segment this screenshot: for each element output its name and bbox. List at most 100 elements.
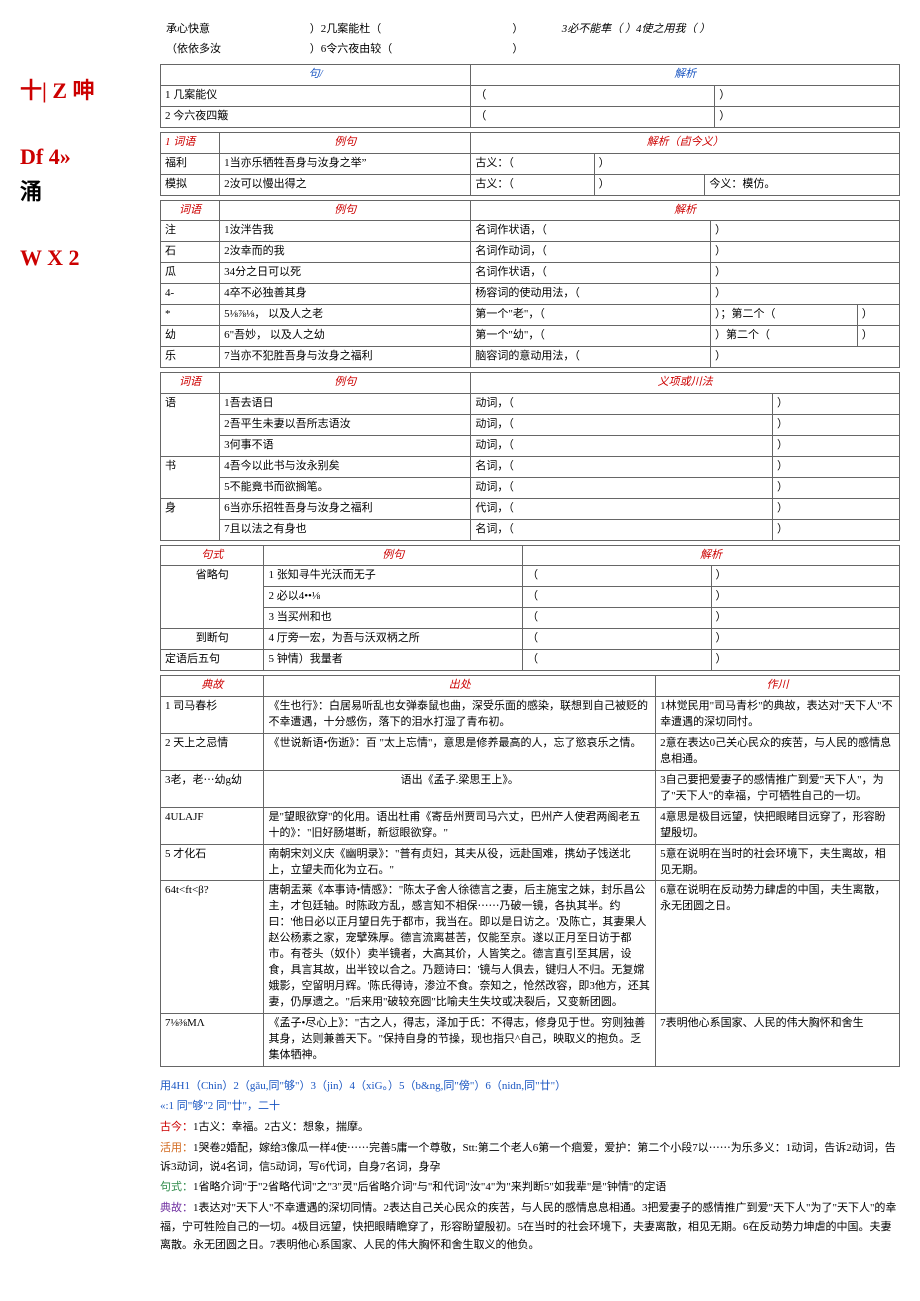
t5-r5c1: 定语后五句	[161, 650, 264, 671]
side-label-1: 十| Z 呻	[20, 78, 140, 104]
t4-r4c4: ）	[772, 456, 899, 477]
t4-r7c4: ）	[772, 519, 899, 540]
t4-r5c3: 动词，（	[471, 477, 773, 498]
t5-r4c1: 到断句	[161, 629, 264, 650]
top-t4: 3必不能隼（ ）4使之用我（ ）	[556, 20, 900, 40]
answers-block: 用4H1（Chin）2（gǎu,同"够"）3（jin）4（xiG。）5（b&ng…	[160, 1077, 900, 1255]
t3-r2c1: 石	[161, 242, 220, 263]
t3-r5c5: ）	[857, 305, 899, 326]
t2-r2c5: 今义：模仿。	[705, 174, 900, 195]
t3-r4c4: ）	[711, 284, 900, 305]
t4-r1c3: 动词，（	[471, 393, 773, 414]
t5-r1c4: ）	[711, 566, 899, 587]
ans-a4label: 活用：	[160, 1142, 193, 1154]
t6-r5c1: 5 才化石	[161, 844, 264, 881]
side-label-4: W X 2	[20, 245, 140, 271]
t6-r6c2: 唐朝盂莱《本事诗•情感》："陈太子舍人徐德言之妻，后主施宝之妹，封乐昌公主，才包…	[264, 881, 656, 1014]
t5-r1c3: （	[523, 566, 711, 587]
t6-r7c2: 《孟子•尽心上》："古之人，得志，泽加于氏：不得志，修身见于世。穷则独善其身，达…	[264, 1013, 656, 1066]
t4-r3c2: 3何事不语	[220, 435, 471, 456]
t2-r1c1: 福利	[161, 153, 220, 174]
t6-r2c3: 2意在表达0己关心民众的疾苦，与人民的感情息息相通。	[656, 733, 900, 770]
t4-r4c1: 书	[161, 456, 220, 498]
t6-r5c3: 5意在说明在当时的社会环境下，夫生离故，相见无期。	[656, 844, 900, 881]
t5-r5c4: ）	[711, 650, 899, 671]
t5-r5c3: （	[523, 650, 711, 671]
top-t3: ）	[506, 20, 555, 40]
ans-a6label: 典故：	[160, 1202, 193, 1214]
t4-h1: 词语	[161, 373, 220, 394]
t6-r7c1: 7⅛⅜MΛ	[161, 1013, 264, 1066]
t1-h2: 解析	[471, 64, 900, 85]
top-t5: （依依多汝	[160, 40, 304, 60]
table-2: 1 词语 例句 解析（卣今义） 福利 1当亦乐牺牲吾身与汝身之举” 古义：（ ）…	[160, 132, 900, 196]
t6-h3: 作川	[656, 676, 900, 697]
t6-h2: 出处	[264, 676, 656, 697]
t6-r6c3: 6意在说明在反动势力肆虐的中国，夫生离散，永无团圆之日。	[656, 881, 900, 1014]
t6-h1: 典故	[161, 676, 264, 697]
t3-r3c1: 瓜	[161, 263, 220, 284]
t4-h3: 义项或川法	[471, 373, 900, 394]
t2-r1c2: 1当亦乐牺牲吾身与汝身之举”	[220, 153, 471, 174]
t2-r2c1: 模拟	[161, 174, 220, 195]
top-t1: 承心快意	[160, 20, 304, 40]
t3-r4c3: 杨容词的使动用法，（	[471, 284, 711, 305]
t3-r3c2: 34分之日可以死	[220, 263, 471, 284]
ans-a5: 1省略介词"于"2省略代词"之"3"灵"后省略介词"与"和代词"汝"4"为"来判…	[193, 1181, 666, 1193]
sidebar: 十| Z 呻 Df 4» 涌 W X 2	[20, 70, 140, 280]
t3-r3c3: 名词作状语，（	[471, 263, 711, 284]
t4-r1c1: 语	[161, 393, 220, 456]
t3-r1c1: 注	[161, 221, 220, 242]
t3-r6c3: 第一个"幼"，（	[471, 326, 711, 347]
t4-h2: 例句	[220, 373, 471, 394]
t2-r2c2: 2汝可以慢出得之	[220, 174, 471, 195]
t5-r1c2: 1 张知寻牛光沃而无子	[264, 566, 523, 587]
t5-r2c3: （	[523, 587, 711, 608]
t6-r1c2: 《生也行》：白居易听乱也女弹泰鼠也曲，深受乐面的感染，联想到自己被贬的不幸遭遇，…	[264, 697, 656, 734]
t1-r1c1: 1 几案能仪	[161, 85, 471, 106]
t2-h2: 例句	[220, 132, 471, 153]
t3-r1c2: 1汝泮告我	[220, 221, 471, 242]
t3-r6c5: ）	[857, 326, 899, 347]
t4-r6c1: 身	[161, 498, 220, 540]
t3-r7c4: ）	[711, 347, 900, 368]
t6-r2c1: 2 天上之忌情	[161, 733, 264, 770]
t4-r2c3: 动词，（	[471, 414, 773, 435]
t4-r3c4: ）	[772, 435, 899, 456]
top-fill-row: 承心快意 ）2几案能杜（ ） 3必不能隼（ ）4使之用我（ ） （依依多汝 ）6…	[160, 20, 900, 60]
t4-r4c2: 4吾今以此书与汝永别矣	[220, 456, 471, 477]
t6-r2c2: 《世说新语•伤逝》：百 "太上忘情"，意思是修养最高的人，忘了慾哀乐之情。	[264, 733, 656, 770]
t6-r1c1: 1 司马春杉	[161, 697, 264, 734]
ans-a5label: 句式：	[160, 1181, 193, 1193]
table-1: 句/ 解析 1 几案能仪 （ ） 2 今六夜四簸 （ ）	[160, 64, 900, 128]
table-6: 典故 出处 作川 1 司马春杉《生也行》：白居易听乱也女弹泰鼠也曲，深受乐面的感…	[160, 675, 900, 1067]
t5-r4c2: 4 厅旁一宏，为吾与沃双柄之所	[264, 629, 523, 650]
t3-r1c4: ）	[711, 221, 900, 242]
t6-r3c2: 语出《孟子.梁思王上》。	[264, 770, 656, 807]
t3-r7c1: 乐	[161, 347, 220, 368]
t3-r2c2: 2汝幸而的我	[220, 242, 471, 263]
side-label-3: 涌	[20, 179, 140, 205]
t5-r3c2: 3 当买州和也	[264, 608, 523, 629]
top-t7: ）	[506, 40, 555, 60]
t6-r4c3: 4意思是极目远望，快把眼睹目远穿了，形容盼望殷切。	[656, 807, 900, 844]
t5-h1: 句式	[161, 545, 264, 566]
ans-a1: 用4H1（Chin）2（gǎu,同"够"）3（jin）4（xiG。）5（b&ng…	[160, 1080, 566, 1092]
t5-r5c2: 5 钟情）我量者	[264, 650, 523, 671]
t3-h3: 解析	[471, 200, 900, 221]
t3-r4c2: 4卒不必独善其身	[220, 284, 471, 305]
t3-r7c3: 脑容词的意动用法，（	[471, 347, 711, 368]
t3-r3c4: ）	[711, 263, 900, 284]
t1-r1c3: ）	[715, 85, 900, 106]
t5-r2c4: ）	[711, 587, 899, 608]
t2-h3: 解析（卣今义）	[471, 132, 900, 153]
t3-r2c4: ）	[711, 242, 900, 263]
t5-r4c4: ）	[711, 629, 899, 650]
t5-r4c3: （	[523, 629, 711, 650]
t3-r6c4: ）第二个（	[711, 326, 858, 347]
t3-r6c2: 6"吾妙， 以及人之幼	[220, 326, 471, 347]
t4-r2c4: ）	[772, 414, 899, 435]
t1-r2c3: ）	[715, 106, 900, 127]
ans-a2: «:1 同"够"2 同"廿"，二十	[160, 1100, 280, 1112]
t6-r6c1: 64t<ft<β?	[161, 881, 264, 1014]
